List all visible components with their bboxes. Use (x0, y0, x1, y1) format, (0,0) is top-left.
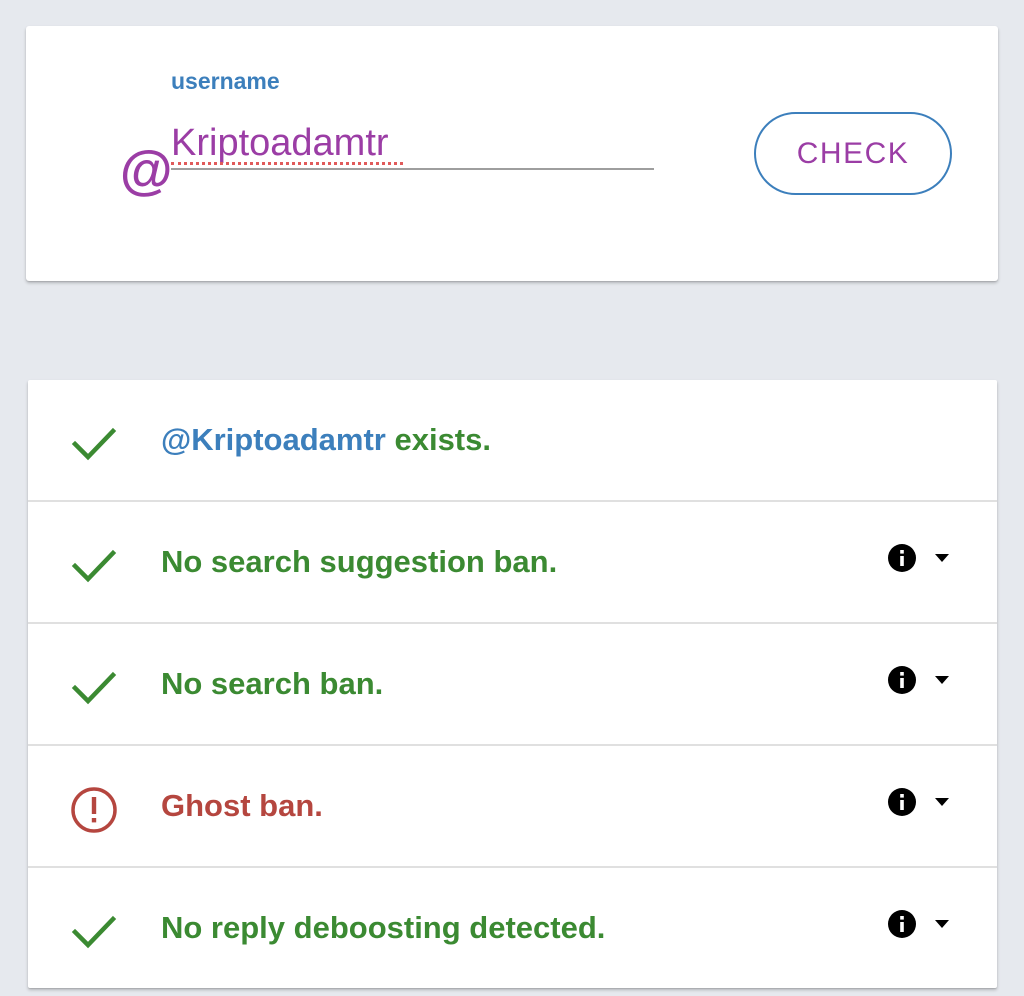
result-row-ghost-ban: Ghost ban. (28, 746, 997, 868)
chevron-down-icon[interactable] (934, 553, 950, 563)
username-link[interactable]: @Kriptoadamtr (161, 422, 386, 457)
check-icon (71, 671, 117, 705)
spellcheck-underline (171, 162, 403, 165)
chevron-down-icon[interactable] (934, 919, 950, 929)
result-text: No search suggestion ban. (161, 544, 558, 579)
details-toggle[interactable] (886, 662, 961, 698)
page: @ username CHECK @Kriptoadamtr exists. N… (0, 0, 1024, 996)
result-row-search-ban: No search ban. (28, 624, 997, 746)
chevron-down-icon[interactable] (934, 675, 950, 685)
username-field-label: username (171, 68, 280, 94)
details-toggle[interactable] (886, 906, 961, 942)
check-icon (71, 915, 117, 949)
exists-text: exists. (385, 422, 491, 457)
result-text: No reply deboosting detected. (161, 910, 606, 945)
details-toggle[interactable] (886, 540, 961, 576)
result-row-reply-deboosting: No reply deboosting detected. (28, 868, 997, 988)
username-check-card: @ username CHECK (26, 26, 998, 281)
result-text: @Kriptoadamtr exists. (161, 422, 491, 458)
chevron-down-icon[interactable] (934, 797, 950, 807)
results-card: @Kriptoadamtr exists. No search suggesti… (28, 380, 997, 988)
check-button[interactable]: CHECK (754, 112, 952, 195)
check-icon (71, 549, 117, 583)
details-toggle[interactable] (886, 784, 961, 820)
result-text: Ghost ban. (161, 788, 323, 823)
check-icon (71, 427, 117, 461)
at-icon: @ (119, 141, 172, 201)
info-icon[interactable] (886, 542, 918, 574)
info-icon[interactable] (886, 664, 918, 696)
result-row-exists: @Kriptoadamtr exists. (28, 380, 997, 502)
info-icon[interactable] (886, 786, 918, 818)
result-row-search-suggestion-ban: No search suggestion ban. (28, 502, 997, 624)
info-icon[interactable] (886, 908, 918, 940)
alert-circle-icon (71, 787, 117, 833)
result-text: No search ban. (161, 666, 384, 701)
